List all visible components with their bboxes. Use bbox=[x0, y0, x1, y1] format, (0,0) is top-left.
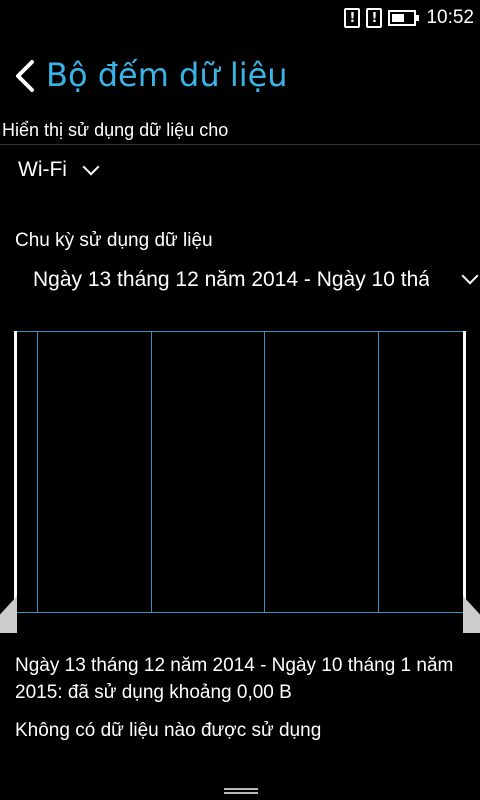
chevron-left-icon[interactable] bbox=[12, 56, 40, 96]
chart-gridline bbox=[264, 332, 265, 612]
cycle-start-handle-tab[interactable] bbox=[0, 596, 17, 633]
divider bbox=[0, 144, 480, 145]
status-bar: ! ! 10:52 bbox=[0, 0, 480, 36]
clock: 10:52 bbox=[426, 7, 474, 28]
cycle-end-handle[interactable] bbox=[463, 331, 466, 613]
chevron-down-icon bbox=[82, 158, 100, 176]
usage-summary: Ngày 13 tháng 12 năm 2014 - Ngày 10 thán… bbox=[15, 655, 454, 703]
network-type-dropdown[interactable]: Wi-Fi bbox=[18, 158, 100, 182]
cycle-dropdown[interactable]: Ngày 13 tháng 12 năm 2014 - Ngày 10 thán… bbox=[33, 268, 429, 292]
cycle-start-handle[interactable] bbox=[14, 331, 17, 613]
cycle-label: Chu kỳ sử dụng dữ liệu bbox=[15, 230, 213, 251]
page-title: Bộ đếm dữ liệu bbox=[46, 56, 288, 94]
chevron-down-icon[interactable] bbox=[461, 267, 479, 285]
usage-chart bbox=[14, 331, 466, 613]
chart-gridline bbox=[378, 332, 379, 612]
title-bar: Bộ đếm dữ liệu bbox=[0, 50, 480, 106]
filter-label: Hiển thị sử dụng dữ liệu cho bbox=[2, 120, 229, 140]
sim2-alert-icon: ! bbox=[366, 8, 383, 28]
no-data-message: Không có dữ liệu nào được sử dụng bbox=[15, 720, 322, 741]
chart-gridline bbox=[151, 332, 152, 612]
battery-icon bbox=[388, 10, 420, 26]
network-type-value: Wi-Fi bbox=[18, 158, 67, 181]
chart-gridline bbox=[37, 332, 38, 612]
sim1-alert-icon: ! bbox=[344, 8, 361, 28]
menu-handle-icon[interactable] bbox=[224, 788, 258, 798]
cycle-end-handle-tab[interactable] bbox=[463, 596, 480, 633]
